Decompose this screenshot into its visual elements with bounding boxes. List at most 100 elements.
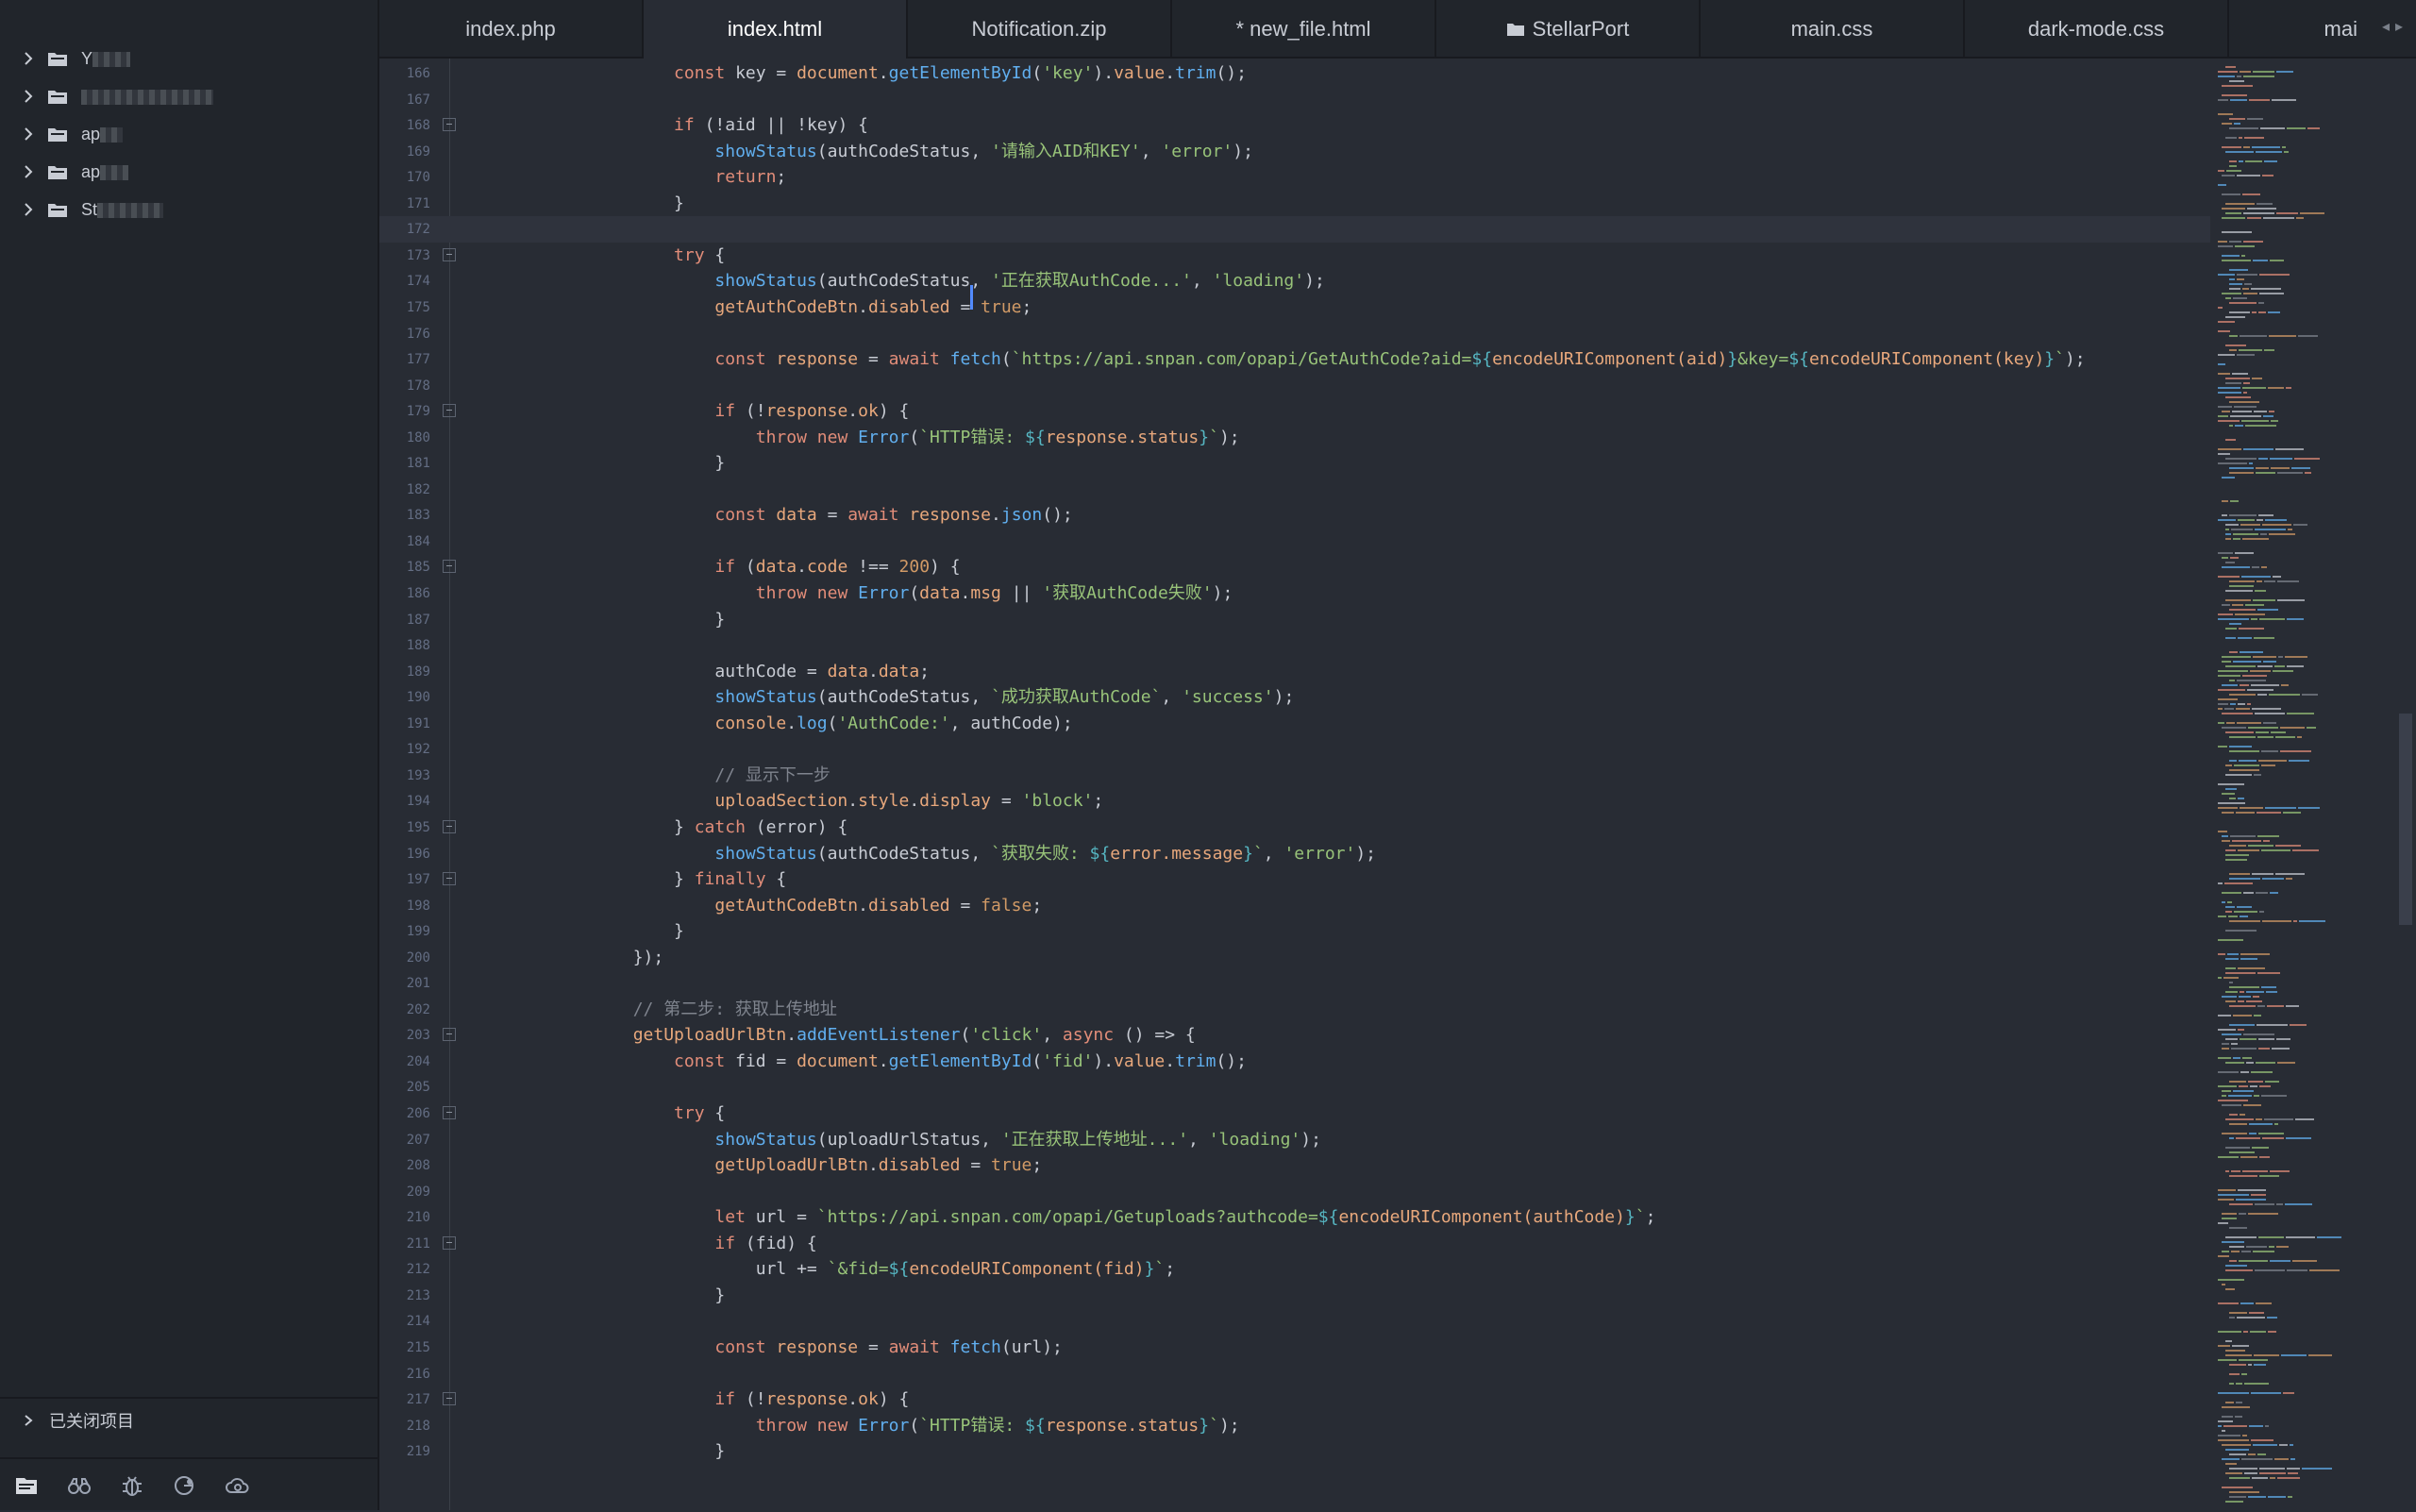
tab-main-truncated[interactable]: mai xyxy=(2229,0,2371,59)
tab-dark-mode-css[interactable]: dark-mode.css xyxy=(1965,0,2229,59)
tab-stellarport[interactable]: StellarPort xyxy=(1436,0,1701,59)
git-tool-button[interactable] xyxy=(172,1472,198,1499)
search-tool-button[interactable] xyxy=(66,1472,92,1499)
code-line[interactable]: 187 } xyxy=(379,607,2210,633)
code-line[interactable]: 192 xyxy=(379,736,2210,763)
fold-toggle-icon[interactable] xyxy=(443,247,456,261)
code-line[interactable]: 193 // 显示下一步 xyxy=(379,763,2210,789)
tree-folder-item[interactable]: ap xyxy=(0,115,378,153)
code-line[interactable]: 201 xyxy=(379,970,2210,997)
code-line[interactable]: 186 throw new Error(data.msg || '获取AuthC… xyxy=(379,580,2210,607)
code-line[interactable]: 218 throw new Error(`HTTP错误: ${response.… xyxy=(379,1413,2210,1439)
code-line[interactable]: 179 if (!response.ok) { xyxy=(379,398,2210,425)
minimap-line xyxy=(2229,1383,2234,1385)
minimap-line xyxy=(2218,448,2241,450)
code-line[interactable]: 194 uploadSection.style.display = 'block… xyxy=(379,788,2210,815)
tree-folder-item[interactable]: ap xyxy=(0,153,378,191)
tree-folder-item[interactable] xyxy=(0,77,378,115)
code-line[interactable]: 204 const fid = document.getElementById(… xyxy=(379,1049,2210,1075)
minimap-line xyxy=(2259,911,2264,913)
closed-projects-section[interactable]: 已关闭项目 xyxy=(0,1397,378,1442)
code-line[interactable]: 173 try { xyxy=(379,243,2210,269)
code-line[interactable]: 213 } xyxy=(379,1283,2210,1309)
minimap-line xyxy=(2287,713,2314,714)
fold-toggle-icon[interactable] xyxy=(443,1106,456,1119)
fold-toggle-icon[interactable] xyxy=(443,560,456,574)
tree-folder-item[interactable]: Y xyxy=(0,40,378,77)
fold-toggle-icon[interactable] xyxy=(443,1235,456,1250)
code-line[interactable]: 217 if (!response.ok) { xyxy=(379,1386,2210,1413)
code-line[interactable]: 196 showStatus(authCodeStatus, `获取失败: ${… xyxy=(379,841,2210,867)
code-line[interactable]: 210 let url = `https://api.snpan.com/opa… xyxy=(379,1204,2210,1231)
code-line[interactable]: 178 xyxy=(379,373,2210,399)
minimap-line xyxy=(2286,878,2292,880)
code-line[interactable]: 198 getAuthCodeBtn.disabled = false; xyxy=(379,893,2210,919)
minimap-line xyxy=(2246,1246,2267,1248)
code-line[interactable]: 191 console.log('AuthCode:', authCode); xyxy=(379,711,2210,737)
fold-toggle-icon[interactable] xyxy=(443,404,456,418)
code-line[interactable]: 174 showStatus(authCodeStatus, '正在获取Auth… xyxy=(379,268,2210,294)
fold-toggle-icon[interactable] xyxy=(443,819,456,833)
minimap-line xyxy=(2249,462,2253,464)
minimap-scrollbar[interactable] xyxy=(2399,714,2412,925)
tab-index-html[interactable]: index.html xyxy=(644,0,908,59)
minimap-line xyxy=(2229,1373,2240,1375)
files-tool-button[interactable] xyxy=(13,1472,40,1499)
code-line[interactable]: 209 xyxy=(379,1179,2210,1205)
fold-toggle-icon[interactable] xyxy=(443,118,456,132)
code-line[interactable]: 185 if (data.code !== 200) { xyxy=(379,554,2210,580)
minimap-line xyxy=(2222,1241,2244,1243)
tree-folder-item[interactable]: St xyxy=(0,191,378,228)
code-line[interactable]: 176 xyxy=(379,321,2210,347)
code-line[interactable]: 214 xyxy=(379,1308,2210,1335)
code-line[interactable]: 166 const key = document.getElementById(… xyxy=(379,60,2210,87)
code-line[interactable]: 181 } xyxy=(379,450,2210,477)
tab-main-css[interactable]: main.css xyxy=(1701,0,1965,59)
code-line[interactable]: 207 showStatus(uploadUrlStatus, '正在获取上传地… xyxy=(379,1127,2210,1153)
tab-scroll-arrows[interactable]: ◂▸ xyxy=(2382,17,2408,36)
cloud-tool-button[interactable] xyxy=(225,1472,251,1499)
code-line[interactable]: 169 showStatus(authCodeStatus, '请输入AID和K… xyxy=(379,139,2210,165)
code-line[interactable]: 172 xyxy=(379,216,2210,244)
code-line[interactable]: 184 xyxy=(379,529,2210,555)
code-line[interactable]: 189 authCode = data.data; xyxy=(379,659,2210,685)
code-line[interactable]: 212 url += `&fid=${encodeURIComponent(fi… xyxy=(379,1256,2210,1283)
code-line[interactable]: 182 xyxy=(379,477,2210,503)
code-line[interactable]: 175 getAuthCodeBtn.disabled = true; xyxy=(379,294,2210,321)
tab-index-php[interactable]: index.php xyxy=(379,0,644,59)
minimap[interactable] xyxy=(2210,59,2416,1510)
code-line[interactable]: 183 const data = await response.json(); xyxy=(379,502,2210,529)
code-editor[interactable]: 166 const key = document.getElementById(… xyxy=(379,59,2210,1510)
tab-new-file-html[interactable]: * new_file.html xyxy=(1172,0,1436,59)
code-line[interactable]: 219 } xyxy=(379,1438,2210,1465)
code-line[interactable]: 216 xyxy=(379,1361,2210,1387)
code-line[interactable]: 171 } xyxy=(379,191,2210,217)
debug-tool-button[interactable] xyxy=(119,1472,145,1499)
code-line[interactable]: 199 } xyxy=(379,918,2210,945)
code-line[interactable]: 167 xyxy=(379,87,2210,113)
code-line[interactable]: 195 } catch (error) { xyxy=(379,815,2210,841)
minimap-line xyxy=(2233,661,2261,663)
code-line[interactable]: 170 return; xyxy=(379,164,2210,191)
code-line[interactable]: 203 getUploadUrlBtn.addEventListener('cl… xyxy=(379,1022,2210,1049)
line-number: 186 xyxy=(406,586,430,601)
code-line[interactable]: 188 xyxy=(379,632,2210,659)
code-line[interactable]: 200 }); xyxy=(379,945,2210,971)
fold-toggle-icon[interactable] xyxy=(443,1392,456,1406)
fold-toggle-icon[interactable] xyxy=(443,872,456,886)
code-line[interactable]: 211 if (fid) { xyxy=(379,1231,2210,1257)
code-line[interactable]: 180 throw new Error(`HTTP错误: ${response.… xyxy=(379,425,2210,451)
fold-toggle-icon[interactable] xyxy=(443,1028,456,1042)
minimap-line xyxy=(2222,123,2232,125)
code-line[interactable]: 215 const response = await fetch(url); xyxy=(379,1335,2210,1361)
code-line[interactable]: 208 getUploadUrlBtn.disabled = true; xyxy=(379,1152,2210,1179)
code-line[interactable]: 202 // 第二步: 获取上传地址 xyxy=(379,997,2210,1023)
code-line[interactable]: 206 try { xyxy=(379,1100,2210,1127)
code-line[interactable]: 177 const response = await fetch(`https:… xyxy=(379,346,2210,373)
code-text: if (!response.ok) { xyxy=(714,401,910,422)
code-line[interactable]: 168 if (!aid || !key) { xyxy=(379,112,2210,139)
code-line[interactable]: 190 showStatus(authCodeStatus, `成功获取Auth… xyxy=(379,684,2210,711)
tab-notification-zip[interactable]: Notification.zip xyxy=(908,0,1172,59)
code-line[interactable]: 205 xyxy=(379,1074,2210,1100)
code-line[interactable]: 197 } finally { xyxy=(379,866,2210,893)
